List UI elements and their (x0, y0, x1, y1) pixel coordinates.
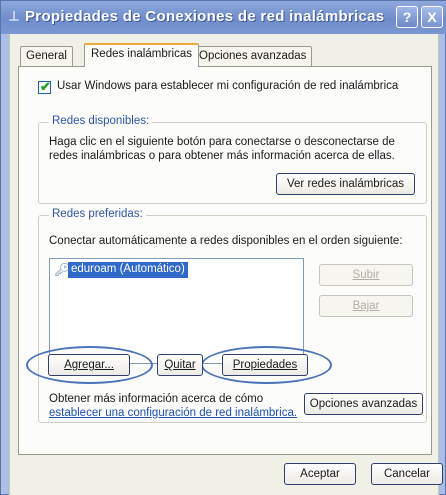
available-networks-description-1: Haga clic en el siguiente botón para con… (49, 136, 395, 148)
preferred-networks-description: Conectar automáticamente a redes disponi… (49, 235, 403, 247)
move-down-button[interactable]: Bajar (319, 295, 413, 317)
advanced-options-label: Opciones avanzadas (309, 398, 418, 410)
available-networks-legend: Redes disponibles: (49, 115, 153, 127)
close-button[interactable]: X (421, 6, 443, 28)
move-up-button[interactable]: Subir (319, 264, 413, 286)
list-item[interactable]: 🔑︎ eduroam (Automático) (52, 262, 188, 278)
properties-window: ⟂ Propiedades de Conexiones de red inalá… (0, 0, 446, 495)
move-down-label: Bajar (352, 300, 380, 312)
use-windows-checkbox-label: Usar Windows para establecer mi configur… (57, 80, 399, 92)
remove-button-label: Quitar (164, 359, 196, 371)
info-text: Obtener más información acerca de cómo (49, 393, 264, 405)
title-bar[interactable]: ⟂ Propiedades de Conexiones de red inalá… (1, 1, 446, 34)
help-button[interactable]: ? (396, 6, 418, 28)
add-button-label: Agregar... (64, 359, 114, 371)
properties-button[interactable]: Propiedades (222, 354, 308, 376)
properties-button-label: Propiedades (232, 359, 298, 371)
network-connection-icon: ⟂ (9, 8, 20, 25)
window-title: Propiedades de Conexiones de red inalámb… (25, 8, 385, 25)
tab-advanced-options[interactable]: Opciones avanzadas (193, 46, 313, 66)
remove-button[interactable]: Quitar (157, 354, 203, 376)
wireless-config-link[interactable]: establecer una configuración de red inal… (49, 407, 297, 419)
tab-wireless-networks[interactable]: Redes inalámbricas (84, 43, 199, 67)
advanced-options-button[interactable]: Opciones avanzadas (304, 393, 423, 415)
list-item-label: eduroam (Automático) (68, 262, 188, 278)
accept-button[interactable]: Aceptar (284, 463, 356, 485)
wireless-network-icon: 🔑︎ (54, 262, 71, 277)
add-button[interactable]: Agregar... (48, 354, 130, 376)
move-up-label: Subir (352, 269, 380, 281)
tab-general[interactable]: General (20, 46, 73, 66)
use-windows-checkbox[interactable]: ✔ (38, 79, 51, 94)
cancel-button[interactable]: Cancelar (371, 463, 443, 485)
preferred-networks-legend: Redes preferidas: (49, 208, 146, 220)
view-wireless-networks-button[interactable]: Ver redes inalámbricas (276, 173, 415, 195)
available-networks-description-2: redes inalámbricas o para obtener más in… (49, 150, 395, 162)
checkmark-icon: ✔ (40, 79, 51, 94)
